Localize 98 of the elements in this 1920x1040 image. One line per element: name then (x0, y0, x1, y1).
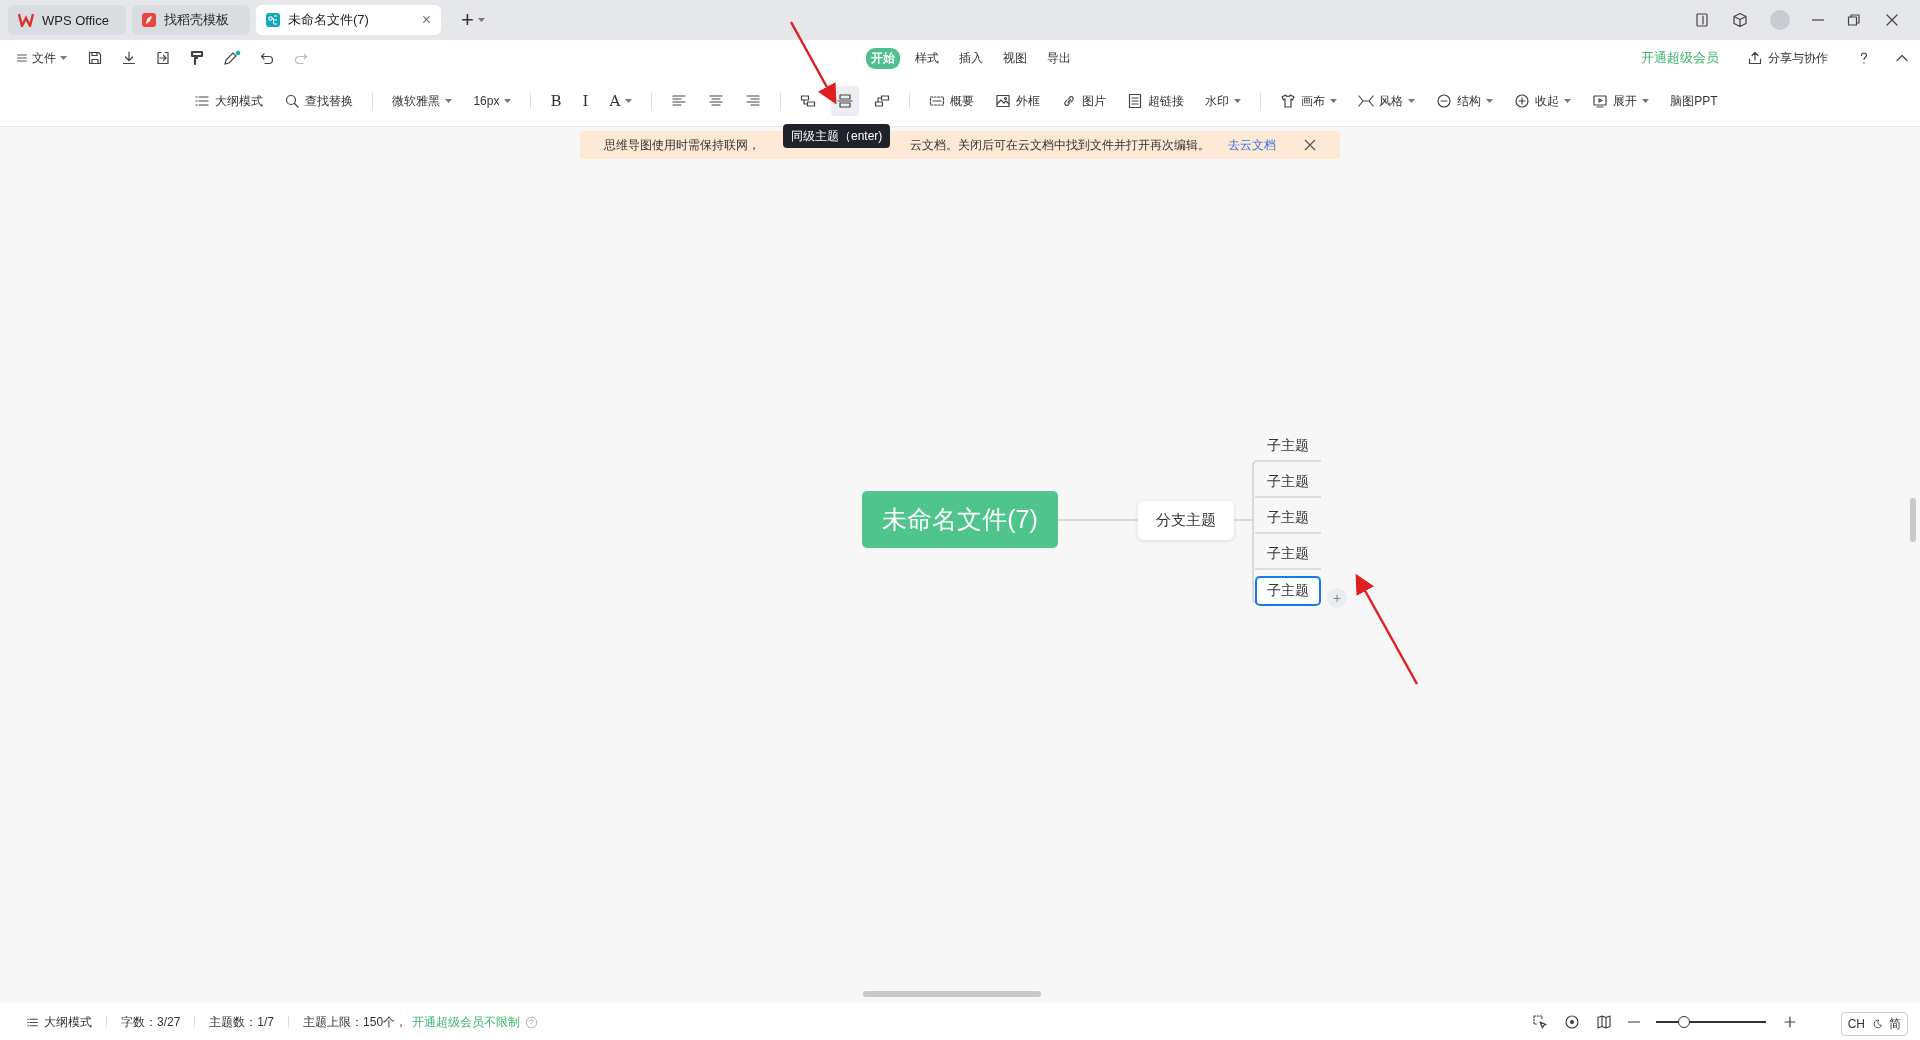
toolbar-button[interactable]: 结构 (1430, 86, 1500, 116)
toolbar-button[interactable]: 概要 (923, 86, 981, 116)
notice-text: 思维导图使用时需保持联网， (604, 136, 760, 154)
parent-topic-icon (874, 93, 891, 109)
share-button[interactable]: 分享与协作 (1741, 48, 1834, 68)
subtopic[interactable]: 子主题 (1255, 576, 1321, 606)
toolbar-button[interactable]: 脑图PPT (1664, 86, 1724, 116)
menu-icon (16, 52, 28, 64)
scrollbar-thumb[interactable] (863, 991, 1041, 997)
share-icon (1747, 50, 1763, 66)
moon-icon (1871, 1018, 1883, 1030)
align-left-icon (671, 93, 688, 109)
zoom-in-icon (1782, 1014, 1798, 1030)
document-tab[interactable]: 找稻壳模板 (132, 5, 250, 35)
toolbar-dropdown[interactable]: 16px (467, 86, 518, 116)
w-logo-icon (18, 13, 34, 27)
toolbar-button[interactable]: I (576, 86, 595, 116)
shirt-icon (1280, 93, 1297, 109)
caret-icon (1564, 98, 1572, 104)
expand-icon (1514, 93, 1531, 109)
mindmap-file-icon (266, 13, 280, 27)
toolbar-button[interactable]: 查找替换 (278, 86, 360, 116)
toolbar-button[interactable]: 外框 (989, 86, 1047, 116)
caret-icon (1330, 98, 1338, 104)
notice-text: 云文档。关闭后可在云文档中找到文件并打开再次编辑。 (910, 136, 1210, 154)
scrollbar-thumb[interactable] (1910, 498, 1916, 542)
ribbon-tab[interactable]: 导出 (1042, 47, 1076, 69)
leaf-logo-icon (142, 13, 156, 27)
cloud-docs-link[interactable]: 去云文档 (1228, 136, 1276, 154)
topic-limit: 主题上限：150个， (303, 1013, 408, 1031)
pen-icon (223, 50, 241, 66)
caret-icon (445, 98, 453, 104)
map-icon (1596, 1014, 1612, 1030)
image-icon (995, 93, 1012, 109)
collapse-icon (1436, 93, 1453, 109)
outline-mode-button[interactable]: 大纲模式 (44, 1013, 92, 1031)
caret-icon (625, 98, 633, 104)
file-menu-button[interactable]: 文件 (10, 48, 73, 68)
close-tab-button[interactable]: × (421, 11, 431, 29)
subtopic[interactable]: 子主题 (1255, 540, 1321, 570)
search-icon (284, 93, 301, 109)
caret-icon (1234, 98, 1242, 104)
subtopic[interactable]: 子主题 (1255, 468, 1321, 498)
toolbar-button[interactable]: B (544, 86, 568, 116)
download-icon (121, 50, 137, 66)
toolbar-button[interactable]: 图片 (1055, 86, 1113, 116)
document-tab[interactable]: WPS Office (8, 5, 126, 35)
phone-icon (1694, 12, 1710, 28)
caret-icon (504, 98, 512, 104)
toolbar-button[interactable]: 展开 (1586, 86, 1656, 116)
save-icon (87, 50, 103, 66)
format-painter-icon (189, 50, 205, 66)
close-icon (1884, 12, 1900, 28)
tooltip: 同级主题（enter) (783, 124, 891, 148)
list-icon (194, 93, 211, 109)
cube-icon (1732, 12, 1748, 28)
avatar[interactable] (1770, 10, 1790, 30)
select-icon (1532, 1014, 1548, 1030)
toolbar-dropdown[interactable]: 微软雅黑 (386, 86, 459, 116)
slideshow-icon (1592, 93, 1609, 109)
toolbar-button[interactable]: A (603, 86, 639, 116)
caret-icon (1408, 98, 1416, 104)
close-icon[interactable] (1304, 139, 1316, 151)
subtopic[interactable]: 子主题 (1255, 504, 1321, 534)
caret-icon (477, 17, 485, 23)
document-tab[interactable]: 未命名文件(7) × (256, 5, 441, 35)
toolbar-button[interactable]: 风格 (1352, 86, 1422, 116)
ime-mode: 简 (1889, 1015, 1901, 1033)
restore-icon (1846, 12, 1862, 28)
structure-icon (1358, 93, 1375, 109)
dashed-frame-icon (929, 93, 946, 109)
new-tab-button[interactable]: + (455, 6, 491, 34)
locate-icon (1564, 1014, 1580, 1030)
toolbar-button[interactable]: 水印 (1199, 86, 1248, 116)
toolbar-button[interactable]: 收起 (1508, 86, 1578, 116)
toolbar-button[interactable]: 大纲模式 (188, 86, 270, 116)
ribbon-tab[interactable]: 插入 (954, 47, 988, 69)
caret-icon (1642, 98, 1650, 104)
slider-thumb[interactable] (1677, 1015, 1690, 1028)
help-icon[interactable] (525, 1015, 539, 1029)
input-method-indicator[interactable]: CH 简 (1840, 1012, 1908, 1036)
caret-icon (60, 55, 67, 61)
branch-topic[interactable]: 分支主题 (1138, 501, 1234, 540)
align-center-icon (708, 93, 725, 109)
align-right-icon (745, 93, 762, 109)
ribbon-tab[interactable]: 样式 (910, 47, 944, 69)
watermark-icon (1127, 93, 1144, 109)
ribbon-tab[interactable]: 视图 (998, 47, 1032, 69)
caret-icon (1486, 98, 1494, 104)
subtopic[interactable]: 子主题 (1255, 432, 1321, 462)
export-icon (155, 50, 171, 66)
ime-language: CH (1847, 1017, 1865, 1031)
child-topic-icon (800, 93, 817, 109)
toolbar-button[interactable]: 画布 (1274, 86, 1344, 116)
word-count: 字数：3/27 (121, 1013, 181, 1031)
topic-count: 主题数：1/7 (209, 1013, 275, 1031)
toolbar-button[interactable]: 超链接 (1121, 86, 1191, 116)
sibling-topic-icon (837, 93, 854, 109)
